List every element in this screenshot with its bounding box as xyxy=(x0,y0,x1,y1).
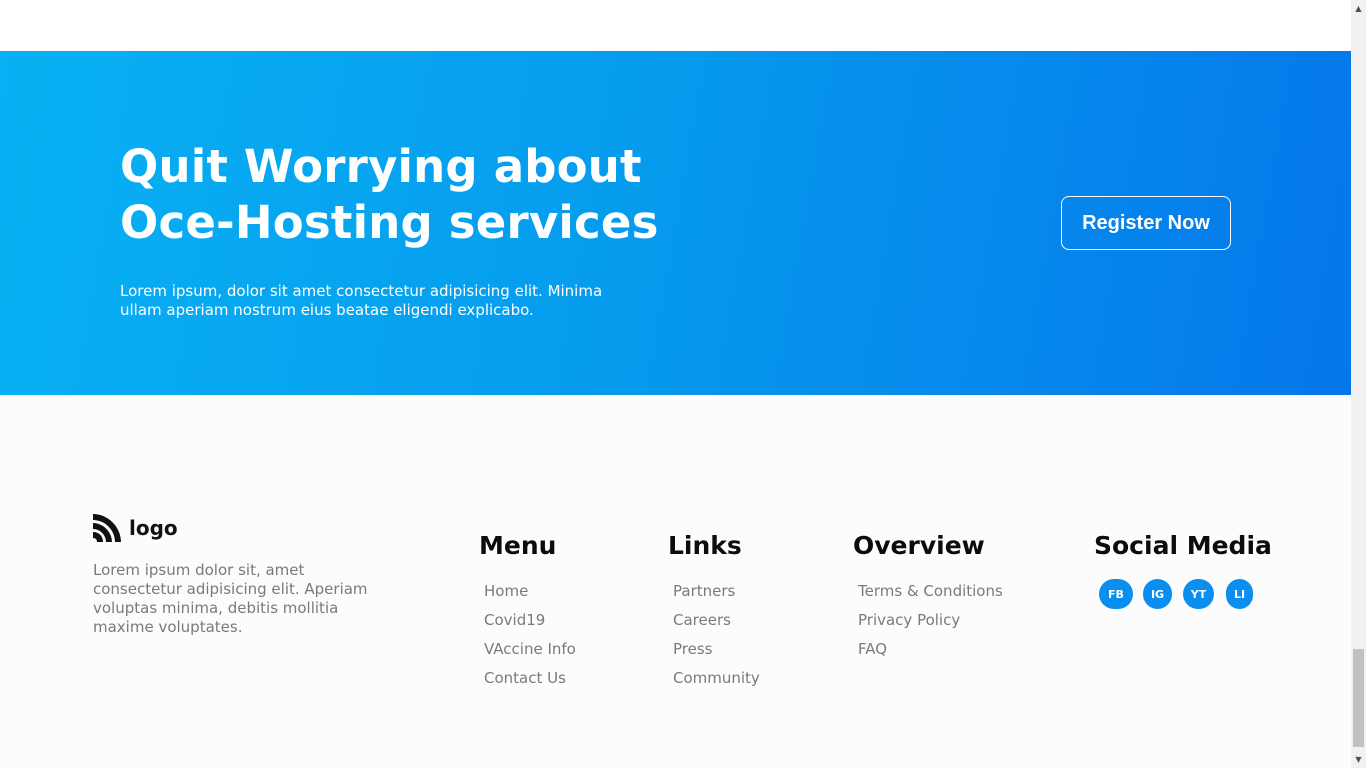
link-partners[interactable]: Partners xyxy=(673,577,760,606)
cta-title: Quit Worrying about Oce-Hosting services xyxy=(120,139,680,251)
footer-column-overview: Overview Terms & Conditions Privacy Poli… xyxy=(853,530,1003,664)
facebook-button[interactable]: FB xyxy=(1099,579,1133,609)
linkedin-button[interactable]: LI xyxy=(1226,579,1253,609)
link-vaccine-info[interactable]: VAccine Info xyxy=(484,635,576,664)
link-home[interactable]: Home xyxy=(484,577,576,606)
footer-column-social: Social Media FB IG YT LI xyxy=(1094,530,1272,609)
column-heading: Links xyxy=(668,531,742,560)
link-faq[interactable]: FAQ xyxy=(858,635,1003,664)
arrow-down-icon[interactable]: ▼ xyxy=(1351,751,1366,768)
link-covid19[interactable]: Covid19 xyxy=(484,606,576,635)
menu-links: Home Covid19 VAccine Info Contact Us xyxy=(479,577,576,693)
link-terms-conditions[interactable]: Terms & Conditions xyxy=(858,577,1003,606)
links-list: Partners Careers Press Community xyxy=(668,577,760,693)
overview-links: Terms & Conditions Privacy Policy FAQ xyxy=(853,577,1003,664)
register-now-button[interactable]: Register Now xyxy=(1061,196,1231,250)
footer: logo Lorem ipsum dolor sit, amet consect… xyxy=(0,395,1351,768)
footer-column-menu: Menu Home Covid19 VAccine Info Contact U… xyxy=(479,530,576,693)
page: Quit Worrying about Oce-Hosting services… xyxy=(0,0,1351,768)
column-heading: Overview xyxy=(853,531,985,560)
scrollbar-thumb[interactable] xyxy=(1353,649,1364,747)
rss-icon xyxy=(93,514,121,542)
column-heading: Menu xyxy=(479,531,557,560)
cta-banner: Quit Worrying about Oce-Hosting services… xyxy=(0,51,1351,395)
link-privacy-policy[interactable]: Privacy Policy xyxy=(858,606,1003,635)
vertical-scrollbar[interactable]: ▲ ▼ xyxy=(1351,0,1366,768)
link-press[interactable]: Press xyxy=(673,635,760,664)
cta-subtitle: Lorem ipsum, dolor sit amet consectetur … xyxy=(120,282,603,319)
link-contact-us[interactable]: Contact Us xyxy=(484,664,576,693)
social-buttons: FB IG YT LI xyxy=(1094,579,1272,609)
instagram-button[interactable]: IG xyxy=(1143,579,1172,609)
logo-text: logo xyxy=(129,516,178,540)
footer-description: Lorem ipsum dolor sit, amet consectetur … xyxy=(93,561,368,636)
cta-title-line-2: Oce-Hosting services xyxy=(120,196,659,249)
column-heading: Social Media xyxy=(1094,531,1272,560)
arrow-up-icon[interactable]: ▲ xyxy=(1351,0,1366,17)
footer-logo[interactable]: logo xyxy=(93,514,178,542)
link-careers[interactable]: Careers xyxy=(673,606,760,635)
footer-column-links: Links Partners Careers Press Community xyxy=(668,530,760,693)
cta-title-line-1: Quit Worrying about xyxy=(120,140,642,193)
link-community[interactable]: Community xyxy=(673,664,760,693)
top-strip xyxy=(0,0,1351,51)
youtube-button[interactable]: YT xyxy=(1183,579,1214,609)
